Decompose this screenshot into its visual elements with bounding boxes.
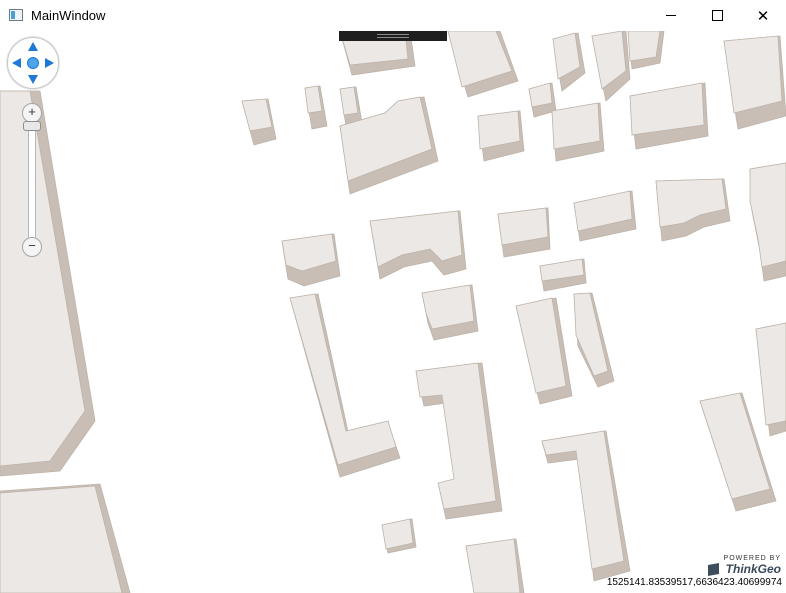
building-roof (528, 82, 553, 108)
map-view[interactable]: + − POWERED BY ThinkGeo 1525141.83539517… (0, 31, 786, 593)
building-roof (465, 538, 521, 593)
building-roof (749, 162, 786, 268)
close-icon: ✕ (756, 7, 770, 25)
maximize-icon (711, 10, 723, 21)
zoom-track[interactable] (28, 115, 36, 247)
maximize-button[interactable] (694, 0, 740, 31)
logo-powered-by: POWERED BY (723, 555, 781, 562)
zoom-out-button[interactable]: − (22, 237, 42, 257)
coordinate-readout: 1525141.83539517,6636423.40699974 (606, 577, 782, 588)
logo-name: ThinkGeo (725, 562, 781, 576)
building-roof (551, 102, 601, 150)
building-roof (755, 322, 786, 426)
window-title: MainWindow (31, 8, 106, 23)
pan-right-icon[interactable] (45, 58, 54, 68)
zoom-in-button[interactable]: + (22, 103, 42, 123)
building-roof (421, 284, 475, 330)
pan-center-icon[interactable] (27, 57, 39, 69)
minimize-icon (666, 15, 676, 16)
close-button[interactable]: ✕ (740, 0, 786, 31)
building-roof (627, 31, 661, 62)
pan-control[interactable] (7, 37, 59, 89)
pan-down-icon[interactable] (28, 75, 38, 84)
pan-left-icon[interactable] (12, 58, 21, 68)
zoom-thumb[interactable] (23, 121, 41, 131)
app-icon (9, 9, 23, 21)
building-roof (541, 430, 625, 570)
logo-cube-icon (708, 563, 719, 576)
building-roof (573, 292, 609, 377)
building-roof (699, 392, 771, 500)
panel-drag-handle[interactable] (339, 31, 447, 41)
title-bar[interactable]: MainWindow ✕ (0, 0, 786, 31)
map-canvas (0, 31, 786, 593)
zoom-slider[interactable]: + − (22, 103, 42, 261)
main-window: MainWindow ✕ + − POWERED BY ThinkGeo 152… (0, 0, 786, 593)
thinkgeo-logo: POWERED BY ThinkGeo (707, 555, 781, 577)
minimize-button[interactable] (648, 0, 694, 31)
building-roof (289, 293, 397, 466)
pan-up-icon[interactable] (28, 42, 38, 51)
building-roof (723, 35, 783, 114)
